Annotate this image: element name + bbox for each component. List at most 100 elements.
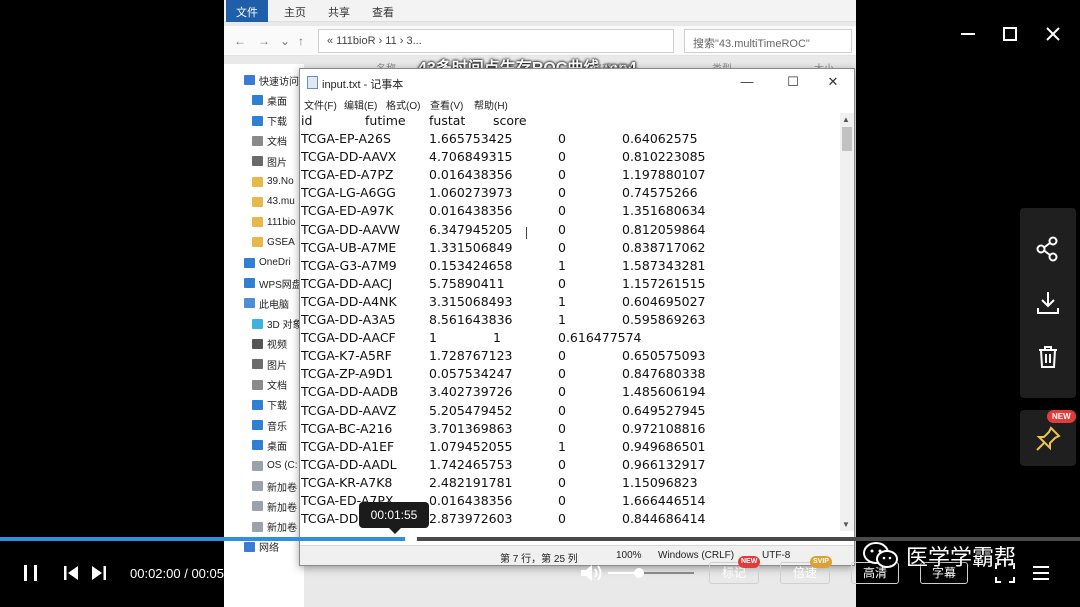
cell-score: 0.595869263: [622, 312, 706, 327]
scroll-thumb: [842, 127, 852, 151]
notepad-scrollbar: ▲ ▼: [840, 113, 854, 531]
cell-futime: 3.701369863: [429, 420, 513, 436]
cell-score: 0.650575093: [622, 348, 706, 364]
cell-score: 0.847680338: [622, 366, 706, 382]
minimize-icon[interactable]: [958, 24, 978, 44]
sidebar-item: 音乐: [252, 415, 287, 435]
text-line: TCGA-DD-A3A5 8.561643836 1 0.595869263: [301, 312, 841, 330]
cell-id: TCGA-UB-A7ME: [301, 239, 397, 255]
menu-help: 帮助(H): [474, 101, 508, 112]
text-line: TCGA-LG-A6GG 1.060273973 0 0.74575266: [301, 185, 841, 203]
cell-fustat: 1: [558, 312, 566, 327]
cell-id: TCGA-DD-AAVW: [301, 221, 401, 237]
cell-fustat: 1: [493, 330, 501, 346]
folder-icon: [252, 217, 263, 228]
menu-file: 文件(F): [304, 101, 337, 112]
sidebar-item: 快速访问: [244, 70, 299, 90]
wechat-icon: [863, 542, 898, 568]
volume-slider[interactable]: [608, 568, 694, 578]
sidebar-item-label: 下载: [267, 401, 287, 413]
menu-view: 查看(V): [430, 101, 464, 112]
cell-futime: 0.057534247: [429, 366, 513, 382]
pause-icon[interactable]: [22, 563, 40, 583]
desktop-icon: [252, 95, 263, 106]
sidebar-item: 39.No: [252, 172, 294, 192]
minimize-icon: —: [740, 74, 754, 89]
cell-fustat: 0: [558, 384, 566, 400]
download-icon: [252, 399, 263, 410]
video-frame[interactable]: 文件 主页 共享 查看 ← → ⌄ ↑ « 111bioR › 11 › 3..…: [224, 0, 856, 607]
sidebar-item: 新加卷: [252, 496, 297, 516]
close-icon[interactable]: [1043, 24, 1063, 44]
cell-futime: 4.706849315: [429, 149, 513, 165]
sidebar-item-label: 此电脑: [259, 299, 289, 311]
maximize-icon: ☐: [787, 74, 799, 89]
sidebar-item-label: 图片: [267, 157, 287, 169]
cell-score: 1.587343281: [622, 257, 706, 273]
sidebar-item-label: 视频: [267, 340, 287, 352]
sidebar-item: 桌面: [252, 435, 287, 455]
sidebar-item-label: 文档: [267, 137, 287, 149]
sidebar-item-label: 图片: [267, 360, 287, 372]
address-bar: « 111bioR › 11 › 3...: [318, 29, 674, 53]
header-id: id: [301, 113, 313, 128]
sidebar-item-label: 快速访问: [259, 76, 299, 88]
delete-icon[interactable]: [1033, 342, 1063, 372]
explorer-address-row: ← → ⌄ ↑ « 111bioR › 11 › 3... 搜索"43.mult…: [224, 26, 856, 77]
folder-icon: [252, 176, 263, 187]
side-action-panel: [1020, 208, 1076, 398]
cell-score: 1.197880107: [622, 167, 706, 183]
cell-fustat: 0: [558, 348, 566, 364]
cell-score: 1.666446514: [622, 493, 706, 508]
sidebar-item: OS (C:: [252, 456, 298, 476]
cell-fustat: 0: [558, 149, 566, 165]
watermark: 医学学霸帮: [862, 540, 1016, 572]
notepad-window: input.txt - 记事本 — ☐ ✕ 文件(F) 编辑(E) 格式(O) …: [299, 68, 855, 566]
text-line: TCGA-ZP-A9D1 0.057534247 0 0.847680338: [301, 366, 841, 384]
sidebar-item-label: GSEA: [267, 236, 295, 248]
cell-score: 1.157261515: [622, 275, 706, 291]
download-icon[interactable]: [1033, 288, 1063, 318]
playlist-icon[interactable]: [1030, 562, 1052, 584]
cell-futime: 1.742465753: [429, 456, 513, 472]
cell-futime: 5.205479452: [429, 402, 513, 418]
cloud-icon: [244, 278, 255, 288]
drive-icon: [252, 521, 263, 532]
sidebar-item: 新加卷: [252, 517, 297, 537]
text-line: TCGA-DD-AADL 1.742465753 0 0.966132917: [301, 457, 841, 475]
maximize-icon[interactable]: [1000, 24, 1020, 44]
cell-futime: 5.75890411: [429, 275, 505, 291]
cell-futime: 0.016438356: [429, 203, 513, 219]
volume-knob[interactable]: [633, 568, 644, 578]
cell-futime: 3.315068493: [429, 293, 513, 309]
cell-id: TCGA-DD-A1EF: [301, 438, 395, 454]
cell-futime: 0.153424658: [429, 257, 513, 273]
cell-score: 0.64062575: [622, 131, 698, 146]
sidebar-item: 3D 对象: [252, 314, 303, 334]
folder-icon: [252, 237, 263, 248]
download-icon: [252, 115, 263, 126]
back-arrow-icon: ←: [234, 34, 246, 48]
text-line: TCGA-BC-A216 3.701369863 0 0.972108816: [301, 421, 841, 439]
scroll-up-icon: ▲: [842, 115, 850, 124]
pin-new-badge: NEW: [1047, 410, 1076, 423]
cell-id: TCGA-DD-A4NK: [301, 293, 397, 309]
text-line: TCGA-DD-AAVX 4.706849315 0 0.810223085: [301, 149, 841, 167]
previous-icon[interactable]: [62, 564, 80, 582]
share-icon[interactable]: [1033, 234, 1063, 264]
cell-score: 0.838717062: [622, 239, 706, 255]
cell-score: 0.74575266: [622, 185, 698, 201]
menu-edit: 编辑(E): [344, 101, 378, 112]
menu-format: 格式(O): [386, 101, 421, 112]
next-icon[interactable]: [90, 564, 108, 582]
volume-icon[interactable]: [579, 562, 603, 584]
cell-fustat: 0: [558, 402, 566, 418]
cell-fustat: 0: [558, 203, 566, 219]
cell-score: 0.972108816: [622, 420, 706, 436]
pin-icon[interactable]: [1033, 424, 1063, 454]
notepad-titlebar: input.txt - 记事本 — ☐ ✕: [300, 69, 854, 95]
explorer-search-box: 搜索"43.multiTimeROC": [684, 29, 852, 53]
cell-id: TCGA-DD-AACF: [301, 330, 396, 346]
cell-futime: 1.060273973: [429, 185, 513, 201]
explorer-sidebar: 快速访问 桌面 下载 文档 图片 39.No 43.mu 111bio GSEA OneDri WP…: [224, 64, 304, 607]
